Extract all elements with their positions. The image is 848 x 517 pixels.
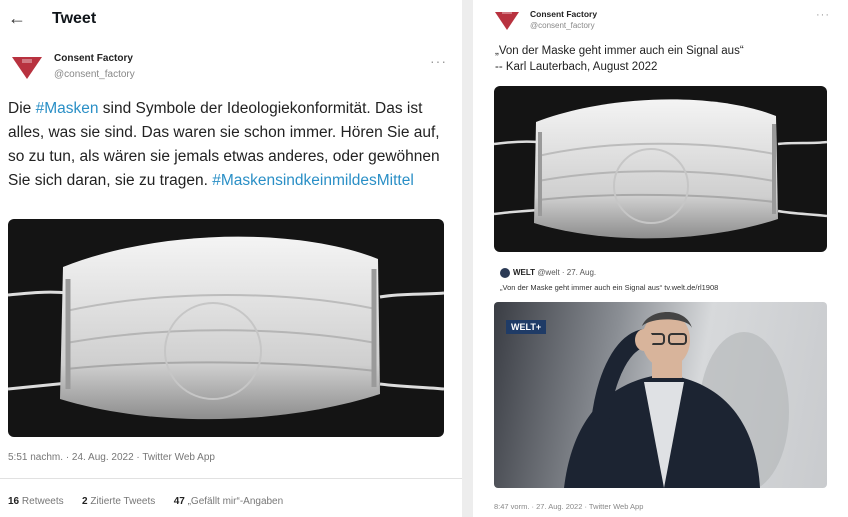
right-tweet-panel: Consent Factory @consent_factory ··· „Vo… (473, 0, 848, 517)
mask-photo[interactable] (8, 219, 444, 437)
quotes-stat[interactable]: 2 Zitierte Tweets (82, 496, 155, 507)
avatar[interactable] (12, 57, 42, 79)
left-tweet-panel: ← Tweet Consent Factory @consent_factory… (0, 0, 462, 517)
embedded-source-meta: @welt · 27. Aug. (537, 268, 597, 278)
likes-stat[interactable]: 47 „Gefällt mir“-Angaben (174, 496, 284, 507)
quotes-count: 2 (82, 496, 88, 507)
tweet-text: „Von der Maske geht immer auch ein Signa… (495, 43, 744, 75)
quotes-label: Zitierte Tweets (90, 496, 156, 507)
mask-photo[interactable] (494, 86, 827, 252)
tweet-timestamp[interactable]: 5:51 nachm. · 24. Aug. 2022 · Twitter We… (8, 452, 215, 463)
welt-avatar (500, 268, 510, 278)
divider (0, 478, 462, 479)
likes-label: „Gefällt mir“-Angaben (187, 496, 284, 507)
embedded-tweet-text[interactable]: „Von der Maske geht immer auch ein Signa… (500, 283, 718, 292)
author-handle[interactable]: @consent_factory (530, 21, 595, 30)
tweet-timestamp[interactable]: 8:47 vorm. · 27. Aug. 2022 · Twitter Web… (494, 502, 643, 511)
retweets-count: 16 (8, 496, 20, 507)
tweet-text: Die #Masken sind Symbole der Ideologieko… (8, 97, 453, 193)
quote-attribution: -- Karl Lauterbach, August 2022 (495, 61, 658, 73)
embedded-source-name: WELT (513, 268, 536, 278)
embedded-tweet-header[interactable]: WELT @welt · 27. Aug. (500, 268, 596, 278)
more-options-icon[interactable]: ··· (430, 53, 447, 69)
author-name[interactable]: Consent Factory (54, 53, 133, 64)
author-handle[interactable]: @consent_factory (54, 69, 135, 80)
hashtag-link[interactable]: #Masken (36, 100, 99, 117)
header-title: Tweet (52, 10, 97, 27)
person-illustration (564, 312, 789, 488)
lauterbach-photo[interactable]: WELT+ (494, 302, 827, 488)
face-mask-image (494, 99, 827, 239)
tweet-stats: 16 Retweets 2 Zitierte Tweets 47 „Gefäll… (8, 491, 297, 509)
author-name[interactable]: Consent Factory (530, 9, 597, 19)
likes-count: 47 (173, 496, 185, 507)
tweet-text-part: Die (8, 100, 36, 117)
quote-line: „Von der Maske geht immer auch ein Signa… (495, 45, 744, 57)
back-arrow-icon[interactable]: ← (8, 8, 26, 29)
more-options-icon[interactable]: ··· (816, 9, 830, 21)
retweets-label: Retweets (21, 496, 64, 507)
face-mask-image (8, 236, 444, 420)
tweet-header: ← Tweet (0, 0, 462, 38)
retweets-stat[interactable]: 16 Retweets (8, 496, 64, 507)
avatar[interactable] (495, 10, 519, 30)
hashtag-link[interactable]: #MaskensindkeinmildesMittel (212, 172, 414, 189)
